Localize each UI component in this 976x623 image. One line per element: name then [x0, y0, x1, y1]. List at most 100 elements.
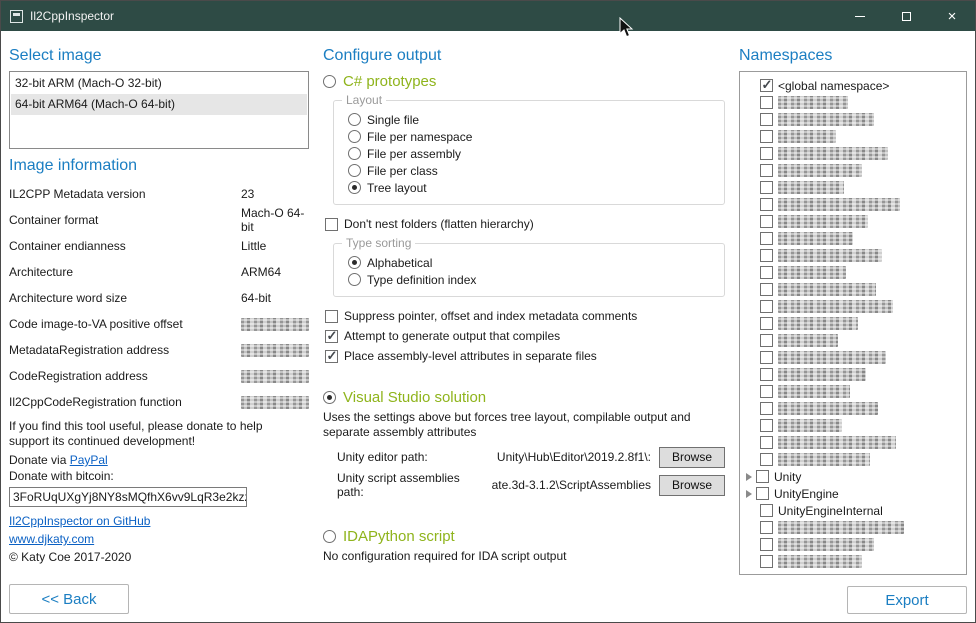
radio-option[interactable]: Type definition index: [348, 271, 714, 288]
namespace-item[interactable]: UnityEngineInternal: [744, 502, 962, 519]
namespace-item[interactable]: [744, 264, 962, 281]
vs-radio-icon: [323, 391, 336, 404]
minimize-button[interactable]: [837, 1, 883, 31]
csharp-prototypes-label: C# prototypes: [343, 73, 436, 90]
radio-option[interactable]: Alphabetical: [348, 254, 714, 271]
radio-option[interactable]: File per assembly: [348, 145, 714, 162]
namespace-item[interactable]: Unity: [744, 468, 962, 485]
redacted-label: [778, 334, 838, 347]
namespace-item[interactable]: [744, 213, 962, 230]
namespace-item[interactable]: [744, 230, 962, 247]
checkbox-icon: [760, 419, 773, 432]
export-button[interactable]: Export: [847, 586, 967, 614]
website-link[interactable]: www.djkaty.com: [9, 532, 94, 546]
info-row: Container formatMach-O 64-bit: [9, 207, 309, 233]
app-window: Il2CppInspector × Select image 32-bit AR…: [0, 0, 976, 623]
namespace-item[interactable]: [744, 417, 962, 434]
namespace-item[interactable]: [744, 332, 962, 349]
checkbox-icon: [760, 317, 773, 330]
visual-studio-radio[interactable]: Visual Studio solution: [323, 389, 725, 406]
unity-editor-path-label: Unity editor path:: [337, 450, 489, 464]
namespace-label: Unity: [774, 470, 801, 484]
namespace-item[interactable]: [744, 315, 962, 332]
redacted-label: [778, 419, 842, 432]
donate-text: If you find this tool useful, please don…: [9, 419, 303, 449]
namespace-item[interactable]: [744, 145, 962, 162]
image-list-item[interactable]: 32-bit ARM (Mach-O 32-bit): [11, 73, 307, 94]
window-controls: ×: [837, 1, 975, 31]
expander-icon[interactable]: [746, 473, 752, 481]
copyright-text: © Katy Coe 2017-2020: [9, 549, 309, 565]
unity-script-path-input[interactable]: ate.3d-3.1.2\ScriptAssemblies: [489, 478, 659, 492]
checkbox-icon: [760, 164, 773, 177]
namespace-item[interactable]: [744, 247, 962, 264]
checkbox-icon: [760, 538, 773, 551]
bitcoin-address-input[interactable]: 3FoRUqUXgYj8NY8sMQfhX6vv9LqR3e2kzz: [9, 487, 247, 507]
idapython-radio[interactable]: IDAPython script: [323, 528, 725, 545]
redacted-label: [778, 317, 858, 330]
paypal-link[interactable]: PayPal: [70, 453, 108, 467]
info-label: Container format: [9, 213, 241, 227]
namespace-item[interactable]: [744, 349, 962, 366]
back-button[interactable]: << Back: [9, 584, 129, 614]
flatten-checkbox-icon: [325, 218, 338, 231]
namespace-item[interactable]: [744, 400, 962, 417]
namespace-item[interactable]: <global namespace>: [744, 77, 962, 94]
checkbox-icon: [760, 453, 773, 466]
csharp-prototypes-radio[interactable]: C# prototypes: [323, 73, 725, 90]
namespace-item[interactable]: [744, 128, 962, 145]
checkbox-icon: [760, 521, 773, 534]
namespace-item[interactable]: [744, 94, 962, 111]
layout-options: Single fileFile per namespace File per as…: [348, 111, 714, 196]
namespace-item[interactable]: [744, 196, 962, 213]
namespace-list[interactable]: <global namespace> UnityUnityEngineUnityE…: [739, 71, 967, 575]
radio-label: File per assembly: [367, 147, 461, 161]
unity-editor-path-input[interactable]: :\Unity\Hub\Editor\2019.2.8f1: [489, 450, 659, 464]
redacted-label: [778, 385, 850, 398]
radio-option[interactable]: File per namespace: [348, 128, 714, 145]
namespace-item[interactable]: [744, 536, 962, 553]
namespace-item[interactable]: [744, 366, 962, 383]
checkbox-icon: [760, 402, 773, 415]
namespace-item[interactable]: [744, 281, 962, 298]
checkbox-label: Attempt to generate output that compiles: [344, 329, 560, 343]
namespace-item[interactable]: [744, 179, 962, 196]
browse-script-button[interactable]: Browse: [659, 475, 725, 496]
configure-output-title: Configure output: [323, 47, 725, 65]
namespace-item[interactable]: [744, 451, 962, 468]
flatten-checkbox[interactable]: Don't nest folders (flatten hierarchy): [325, 215, 725, 233]
browse-editor-button[interactable]: Browse: [659, 447, 725, 468]
checkbox-option[interactable]: Place assembly-level attributes in separ…: [325, 347, 725, 365]
radio-option[interactable]: Tree layout: [348, 179, 714, 196]
checkbox-icon: [325, 330, 338, 343]
radio-option[interactable]: File per class: [348, 162, 714, 179]
radio-icon: [348, 256, 361, 269]
info-row: Architecture word size64-bit: [9, 285, 309, 311]
checkbox-icon: [760, 334, 773, 347]
info-label: Container endianness: [9, 239, 241, 253]
github-link[interactable]: Il2CppInspector on GitHub: [9, 514, 150, 528]
expander-icon[interactable]: [746, 490, 752, 498]
redacted-label: [778, 351, 886, 364]
maximize-icon: [902, 12, 911, 21]
redacted-value: [241, 318, 309, 331]
checkbox-icon: [760, 96, 773, 109]
checkbox-option[interactable]: Attempt to generate output that compiles: [325, 327, 725, 345]
image-listbox[interactable]: 32-bit ARM (Mach-O 32-bit)64-bit ARM64 (…: [9, 71, 309, 149]
info-row: Il2CppCodeRegistration function: [9, 389, 309, 415]
redacted-label: [778, 453, 870, 466]
namespace-item[interactable]: [744, 434, 962, 451]
maximize-button[interactable]: [883, 1, 929, 31]
namespace-item[interactable]: [744, 519, 962, 536]
namespace-item[interactable]: [744, 298, 962, 315]
namespace-item[interactable]: [744, 162, 962, 179]
titlebar[interactable]: Il2CppInspector ×: [1, 1, 975, 31]
image-list-item[interactable]: 64-bit ARM64 (Mach-O 64-bit): [11, 94, 307, 115]
namespace-item[interactable]: [744, 383, 962, 400]
namespace-item[interactable]: [744, 111, 962, 128]
namespace-item[interactable]: UnityEngine: [744, 485, 962, 502]
checkbox-option[interactable]: Suppress pointer, offset and index metad…: [325, 307, 725, 325]
radio-option[interactable]: Single file: [348, 111, 714, 128]
namespace-item[interactable]: [744, 553, 962, 570]
close-button[interactable]: ×: [929, 1, 975, 31]
